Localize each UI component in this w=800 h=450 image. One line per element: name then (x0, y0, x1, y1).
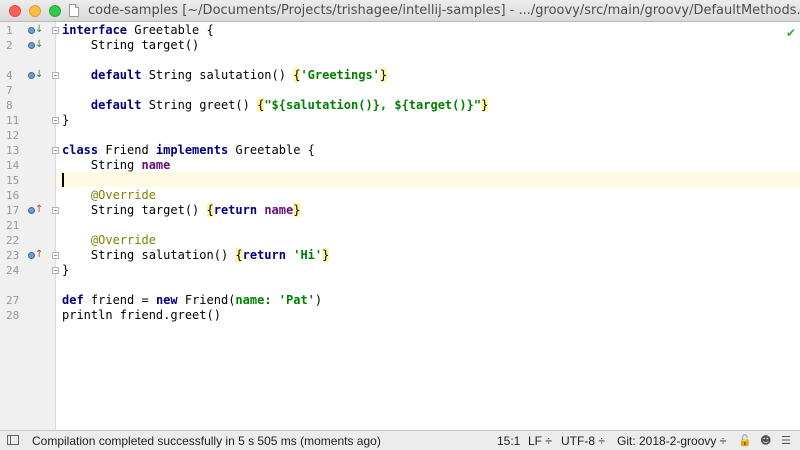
git-branch-selector[interactable]: Git: 2018-2-groovy ÷ (617, 434, 726, 448)
minimize-window-button[interactable] (29, 5, 41, 17)
check-icon[interactable]: ✔ (786, 26, 796, 40)
override-up-arrow-icon[interactable]: ↑ (28, 204, 43, 217)
line-number: 14 (6, 159, 20, 172)
hector-icon[interactable]: ☻ (760, 434, 771, 447)
code-line[interactable]: println friend.greet() (62, 308, 221, 323)
maximize-window-button[interactable] (49, 5, 61, 17)
encoding-selector[interactable]: UTF-8 ÷ (561, 434, 605, 448)
fold-icon[interactable] (52, 27, 59, 34)
document-icon (69, 4, 79, 17)
fold-icon[interactable] (52, 147, 59, 154)
code-line[interactable]: } (62, 113, 69, 128)
code-line[interactable]: def friend = new Friend(name: 'Pat') (62, 293, 322, 308)
code-line[interactable]: String salutation() {return 'Hi'} (62, 248, 330, 263)
fold-icon[interactable] (52, 252, 59, 259)
text-caret (62, 173, 64, 187)
line-number: 1 (6, 24, 13, 37)
code-editor[interactable] (56, 22, 800, 430)
line-number: 27 (6, 294, 20, 307)
code-line[interactable]: default String greet() {"${salutation()}… (62, 98, 489, 113)
line-number: 2 (6, 39, 13, 52)
code-line[interactable]: class Friend implements Greetable { (62, 143, 315, 158)
code-line[interactable]: String name (62, 158, 171, 173)
status-message[interactable]: Compilation completed successfully in 5 … (32, 434, 381, 448)
window-title: code-samples [~/Documents/Projects/trish… (88, 3, 800, 18)
code-line[interactable]: @Override (62, 188, 156, 203)
line-number: 8 (6, 99, 13, 112)
line-number: 21 (6, 219, 20, 232)
fold-icon[interactable] (52, 267, 59, 274)
fold-icon[interactable] (52, 72, 59, 79)
line-number: 23 (6, 249, 20, 262)
line-number: 4 (6, 69, 13, 82)
toggle-tool-windows-icon[interactable] (7, 435, 19, 445)
fold-icon[interactable] (52, 117, 59, 124)
implemented-down-arrow-icon[interactable]: ↓ (28, 39, 43, 52)
event-log-icon[interactable]: ☰ (781, 434, 791, 447)
caret-position[interactable]: 15:1 (497, 434, 520, 448)
line-separator-selector[interactable]: LF ÷ (528, 434, 552, 448)
code-line[interactable]: default String salutation() {'Greetings'… (62, 68, 388, 83)
code-line[interactable]: String target() {return name} (62, 203, 301, 218)
current-line-highlight (56, 172, 800, 187)
fold-icon[interactable] (52, 207, 59, 214)
lock-icon[interactable]: 🔓 (738, 434, 752, 447)
line-number: 7 (6, 84, 13, 97)
code-line[interactable]: String target() (62, 38, 199, 53)
line-number: 13 (6, 144, 20, 157)
line-number: 17 (6, 204, 20, 217)
line-number: 24 (6, 264, 20, 277)
line-number: 11 (6, 114, 20, 127)
override-up-arrow-icon[interactable]: ↑ (28, 249, 43, 262)
line-number: 22 (6, 234, 20, 247)
line-number: 15 (6, 174, 20, 187)
code-line[interactable]: @Override (62, 233, 156, 248)
editor-gutter[interactable]: 1 2 4 7 8 11 12 13 14 15 16 17 21 22 23 … (0, 22, 56, 430)
line-number: 12 (6, 129, 20, 142)
status-bar: Compilation completed successfully in 5 … (0, 430, 800, 450)
title-bar: code-samples [~/Documents/Projects/trish… (0, 0, 800, 22)
line-number: 28 (6, 309, 20, 322)
implemented-down-arrow-icon[interactable]: ↓ (28, 24, 43, 37)
close-window-button[interactable] (9, 5, 21, 17)
code-line[interactable]: } (62, 263, 69, 278)
implemented-down-arrow-icon[interactable]: ↓ (28, 69, 43, 82)
line-number: 16 (6, 189, 20, 202)
code-line[interactable]: interface Greetable { (62, 23, 214, 38)
